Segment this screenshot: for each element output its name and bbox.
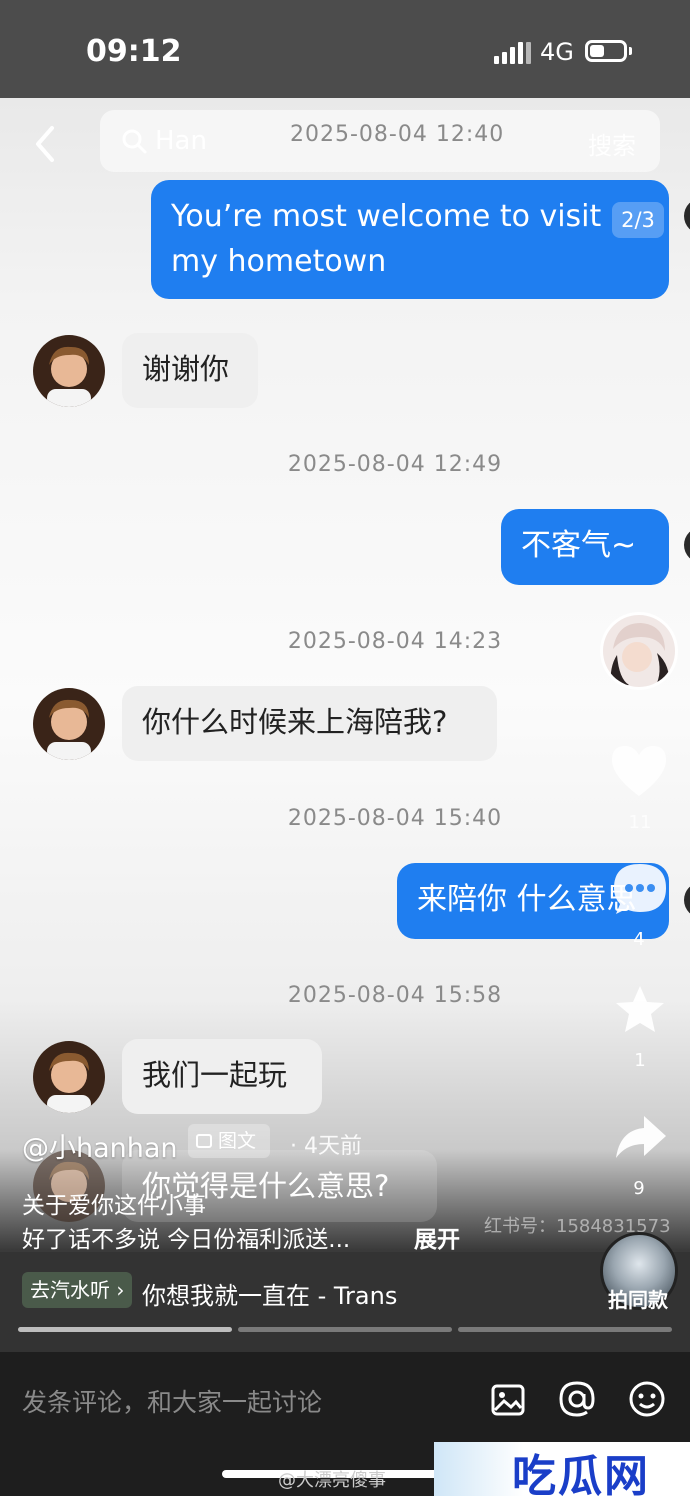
message-received: 谢谢你	[122, 333, 258, 408]
timestamp: 2025-08-04 15:40	[287, 806, 503, 831]
comment-count: 4	[633, 929, 645, 950]
message-received: 你什么时候来上海陪我?	[122, 686, 497, 761]
author-name[interactable]: @小hanhan	[22, 1126, 178, 1165]
weibo-watermark: @大漂亮傻事	[278, 1470, 386, 1491]
avatar	[33, 335, 105, 407]
progress-segment	[238, 1327, 452, 1332]
share-count: 9	[633, 1178, 645, 1199]
message-text: You’re most welcome to visit my hometown	[171, 199, 602, 279]
star-count: 1	[634, 1050, 646, 1071]
timestamp: 2025-08-04 12:40	[290, 122, 505, 147]
message-text: 来陪你 什么意思	[417, 882, 637, 917]
page-indicator: 2/3	[612, 202, 664, 238]
avatar	[33, 688, 105, 760]
post-type-badge: 图文	[188, 1124, 271, 1158]
avatar	[684, 198, 690, 234]
creator-avatar[interactable]	[600, 612, 678, 690]
make-same-button[interactable]: 拍同款	[608, 1284, 668, 1313]
brand-logo: 吃瓜网	[512, 1451, 650, 1496]
search-button[interactable]: 搜索	[588, 126, 636, 161]
back-icon[interactable]	[28, 124, 68, 164]
battery-icon	[585, 40, 627, 62]
avatar	[684, 527, 690, 563]
music-title[interactable]: 你想我就一直在 - Trans	[142, 1276, 432, 1311]
message-text: 谢谢你	[142, 352, 230, 386]
message-sent: 不客气~	[501, 509, 669, 585]
post-type-label: 图文	[218, 1130, 257, 1152]
signal-icon	[494, 40, 531, 64]
status-time: 09:12	[86, 34, 182, 69]
music-source-button[interactable]: 去汽水听 ›	[22, 1272, 133, 1308]
image-text-icon	[196, 1134, 212, 1148]
avatar	[684, 882, 690, 918]
image-icon[interactable]	[490, 1382, 526, 1422]
timestamp: 2025-08-04 15:58	[287, 983, 503, 1008]
message-received: 我们一起玩	[122, 1039, 322, 1114]
expand-button[interactable]: 展开	[414, 1220, 460, 1254]
progress-segment	[18, 1327, 232, 1332]
post-time: · 4天前	[290, 1134, 362, 1159]
avatar	[33, 1041, 105, 1113]
comment-input[interactable]: 发条评论，和大家一起讨论	[22, 1383, 322, 1419]
search-icon	[120, 127, 148, 155]
network-label: 4G	[540, 38, 574, 66]
share-icon[interactable]	[612, 1112, 668, 1166]
message-text: 我们一起玩	[142, 1058, 288, 1092]
emoji-icon[interactable]	[628, 1380, 666, 1422]
search-input[interactable]: Han	[155, 126, 207, 156]
battery-tip	[629, 47, 632, 55]
message-text: 你什么时候来上海陪我?	[142, 705, 448, 739]
star-icon[interactable]	[612, 982, 668, 1042]
timestamp: 2025-08-04 12:49	[287, 452, 503, 477]
timestamp: 2025-08-04 14:23	[287, 629, 503, 654]
message-text: 不客气~	[521, 528, 637, 563]
progress-segment	[458, 1327, 672, 1332]
post-title: 关于爱你这件小事	[22, 1193, 206, 1219]
heart-icon[interactable]	[608, 742, 670, 802]
comment-icon[interactable]	[610, 860, 670, 924]
message-sent: You’re most welcome to visit my hometown	[151, 180, 669, 299]
mention-icon[interactable]	[558, 1380, 596, 1422]
post-description: 好了话不多说 今日份福利派送...	[22, 1227, 351, 1253]
